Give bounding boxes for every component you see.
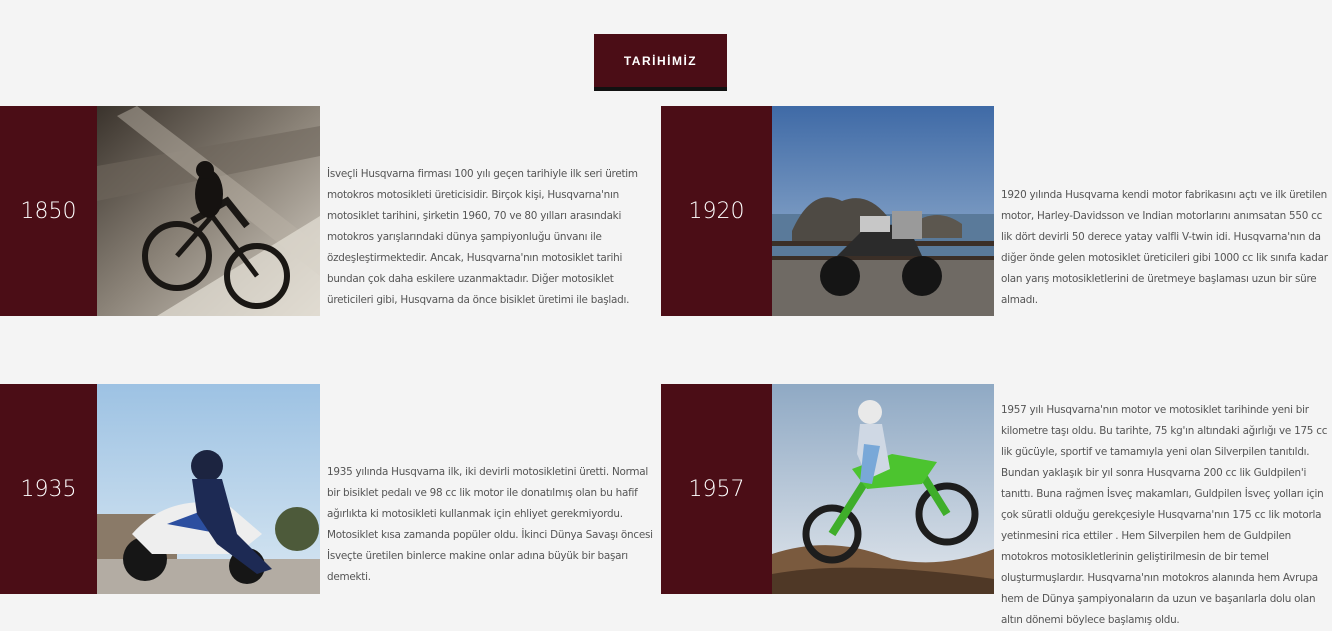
vintage-motorcycle-photo (97, 106, 320, 316)
timeline-card-1920: 1920 1920 yılında Husqvarna kendi motor … (661, 106, 1332, 316)
timeline-description: İsveçli Husqvarna firması 100 yılı geçen… (327, 168, 638, 306)
year-label: 1957 (661, 384, 772, 594)
timeline-description: 1957 yılı Husqvarna'nın motor ve motosik… (1001, 404, 1328, 626)
timeline-description: 1935 yılında Husqvarna ilk, iki devirli … (327, 466, 653, 583)
history-title-button[interactable]: TARİHİMİZ (594, 34, 727, 91)
year-label: 1920 (661, 106, 772, 316)
adventure-motorcycle-coast-photo (772, 106, 994, 316)
history-section: TARİHİMİZ 1850 İsveçli Husqvarna firması… (0, 0, 1332, 631)
sport-motorcycle-rider-photo (97, 384, 320, 594)
year-label: 1850 (0, 106, 97, 316)
timeline-card-1935: 1935 1935 yılında Husqvarna ilk, iki dev… (0, 384, 660, 594)
timeline-description: 1920 yılında Husqvarna kendi motor fabri… (1001, 189, 1328, 306)
year-label: 1935 (0, 384, 97, 594)
timeline-card-1850: 1850 İsveçli Husqvarna firması 100 yılı … (0, 106, 660, 316)
motocross-jump-photo (772, 384, 994, 594)
timeline-card-1957: 1957 1957 yılı Husqvarna'nın motor ve mo… (661, 384, 1332, 626)
